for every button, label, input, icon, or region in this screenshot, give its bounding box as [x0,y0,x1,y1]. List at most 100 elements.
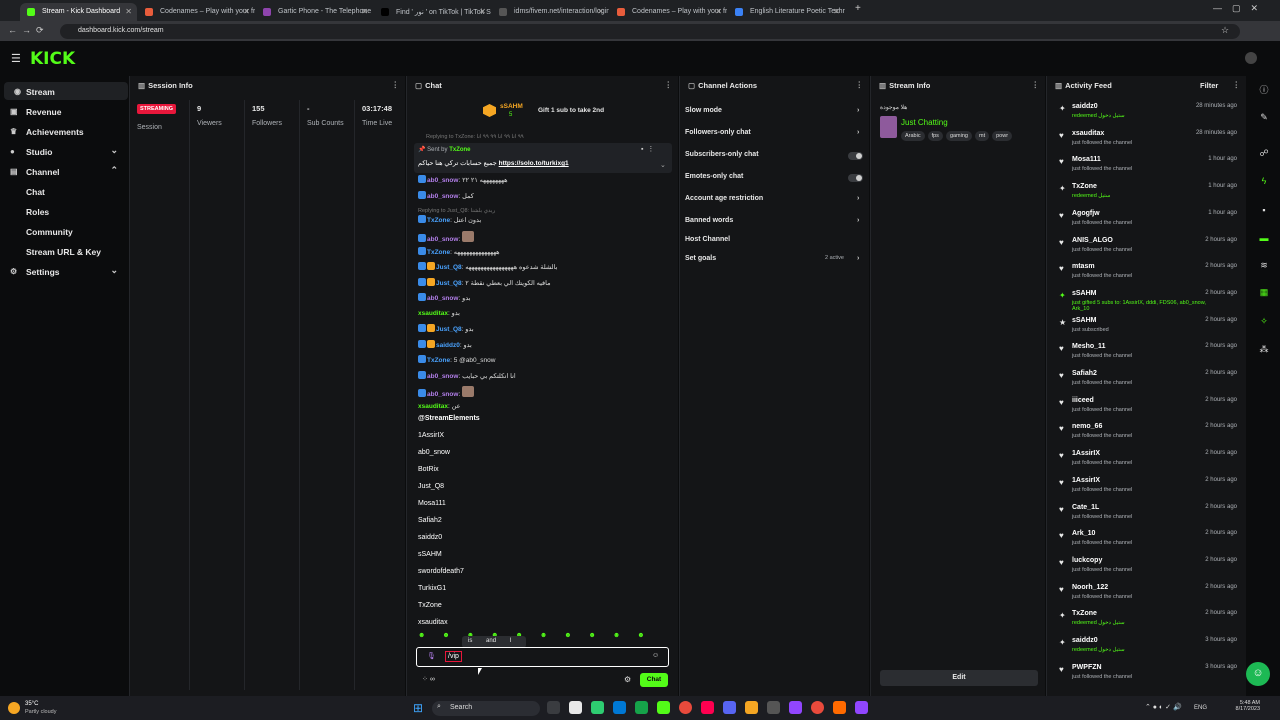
more-icon[interactable]: ⋮ [1233,80,1241,89]
points-icon[interactable]: ⁘ ∞ [422,675,435,683]
browser-tab[interactable]: Codenames – Play with your fr ✕ [610,3,727,21]
action-banned-words[interactable]: Banned words › [685,217,865,224]
sidebar-item-stream[interactable]: ◉ Stream [4,82,128,100]
sidebar-item-community[interactable]: Community [0,222,124,240]
chat-username[interactable]: ab0_snow [427,193,458,200]
mention-suggestion[interactable]: swordofdeath7 [418,568,464,575]
chat-username[interactable]: ab0_snow [427,391,458,398]
chat-bubble-icon[interactable]: ▬ [1258,233,1270,245]
activity-user[interactable]: 1AssirIX [1072,450,1100,457]
app-icon[interactable] [745,701,758,714]
store-icon[interactable] [613,701,626,714]
chat-username[interactable]: xsauditax [418,310,448,317]
lightning-icon[interactable]: ϟ [1258,176,1270,188]
chrome-icon[interactable] [811,701,824,714]
chat-username[interactable]: ab0_snow [427,373,458,380]
sidebar-item-revenue[interactable]: ▣ Revenue [0,102,124,120]
mention-suggestion[interactable]: Just_Q8 [418,483,444,490]
activity-user[interactable]: Mosa111 [1072,156,1101,163]
filter-button[interactable]: Filter [1200,81,1218,90]
chat-username[interactable]: Just_Q8 [436,280,462,287]
clock[interactable]: 5:48 AM 8/17/2023 [1222,700,1260,712]
mention-suggestion[interactable]: xsauditax [418,619,448,626]
browser-tab[interactable]: Gartic Phone - The Telephone G ✕ [256,3,373,21]
chevron-right-icon[interactable]: › [857,195,859,202]
pin-actions[interactable]: ▪ ⋮ [641,145,654,153]
sidebar-item-channel[interactable]: ▤ Channel ⌃ [0,162,124,180]
chat-username[interactable]: saiddz0 [436,342,460,349]
activity-user[interactable]: nemo_66 [1072,423,1102,430]
weather-temp[interactable]: 35°C [25,701,38,707]
info-icon[interactable]: ⓘ [1258,83,1270,95]
app-icon[interactable] [833,701,846,714]
app-icon[interactable] [767,701,780,714]
mention-suggestion[interactable]: Mosa111 [418,500,446,507]
close-icon[interactable]: ✕ [597,7,604,16]
chat-username[interactable]: xsauditax [418,403,448,410]
browser-tab[interactable]: English Literature Poetic Techn ✕ [728,3,845,21]
gift-text[interactable]: Gift 1 sub to take 2nd [538,107,604,114]
chevron-right-icon[interactable]: › [857,217,859,224]
activity-user[interactable]: sSAHM [1072,317,1097,324]
chat-settings-icon[interactable]: ⚙ [624,675,631,684]
chevron-right-icon[interactable]: › [857,129,859,136]
mention-suggestion[interactable]: ab0_snow [418,449,450,456]
url-input[interactable]: dashboard.kick.com/stream [60,24,1240,39]
chat-username[interactable]: Just_Q8 [436,326,462,333]
link-icon[interactable]: ⁂ [1258,344,1270,356]
action-host-channel[interactable]: Host Channel [685,236,865,243]
close-icon[interactable]: ✕ [479,7,486,16]
assistant-bubble-icon[interactable]: ☺ [1246,662,1270,686]
grid-icon[interactable]: ▦ [1258,287,1270,299]
chat-username[interactable]: Just_Q8 [436,264,462,271]
chat-username[interactable]: TxZone [427,249,450,256]
mention-suggestion[interactable]: @StreamElements [418,415,480,422]
chevron-down-icon[interactable]: ⌄ [660,161,666,169]
close-icon[interactable]: ✕ [715,7,722,16]
mention-suggestion[interactable]: Safiah2 [418,517,442,524]
activity-user[interactable]: PWPFZN [1072,664,1102,671]
activity-user[interactable]: iiiceed [1072,397,1094,404]
mention-suggestion[interactable]: sSAHM [418,551,442,558]
sidebar-item-studio[interactable]: ● Studio ⌄ [0,142,124,160]
tiktok-icon[interactable] [701,701,714,714]
category-name[interactable]: Just Chatting [901,118,948,127]
close-icon[interactable]: ✕ [243,7,250,16]
pencil-icon[interactable]: ✎ [1258,112,1270,124]
mention-suggestion[interactable]: 1AssirIX [418,432,444,439]
edit-stream-button[interactable]: Edit [880,670,1038,686]
chevron-right-icon[interactable]: › [857,107,859,114]
sidebar-item-roles[interactable]: Roles [0,202,124,220]
close-icon[interactable]: ✕ [361,7,368,16]
toggle-switch[interactable] [848,174,863,182]
sidebar-item-stream-url-key[interactable]: Stream URL & Key [0,242,124,260]
emoji-icon[interactable]: ☺ [652,652,659,659]
chat-username[interactable]: ab0_snow [427,236,458,243]
tray-icons[interactable]: ⌃ ● ◐ ✓ 🔊 [1145,703,1182,711]
new-tab-button[interactable]: + [855,3,861,14]
app-icon[interactable] [855,701,868,714]
activity-user[interactable]: Ark_10 [1072,530,1095,537]
activity-user[interactable]: TxZone [1072,610,1097,617]
chat-username[interactable]: ab0_snow [427,295,458,302]
mention-suggestion[interactable]: TurkixG1 [418,585,446,592]
kick-logo[interactable]: KICK [30,49,75,69]
discord-icon[interactable] [723,701,736,714]
activity-user[interactable]: Safiah2 [1072,370,1097,377]
more-icon[interactable]: ⋮ [665,80,673,89]
back-icon[interactable]: ← → ⟳ [8,25,44,36]
taskbar-search[interactable]: Search [432,701,540,716]
mention-suggestion[interactable]: BotRix [418,466,439,473]
browser-tab[interactable]: Find ' نور ' on TikTok | TikTok Se ✕ [374,3,491,21]
activity-user[interactable]: ANIS_ALGO [1072,237,1113,244]
excel-icon[interactable] [635,701,648,714]
windows-start-icon[interactable]: ⊞ [413,701,423,715]
window-controls[interactable]: — ▢ ✕ [1213,3,1258,14]
avatar[interactable] [1245,52,1257,64]
action-account-age-restriction[interactable]: Account age restriction › [685,195,865,202]
bookmark-star-icon[interactable]: ☆ [1221,25,1229,36]
activity-user[interactable]: sSAHM [1072,290,1097,297]
wave-icon[interactable]: ≋ [1258,260,1270,272]
activity-user[interactable]: mtasm [1072,263,1095,270]
action-emotes-only-chat[interactable]: Emotes-only chat [685,173,865,180]
